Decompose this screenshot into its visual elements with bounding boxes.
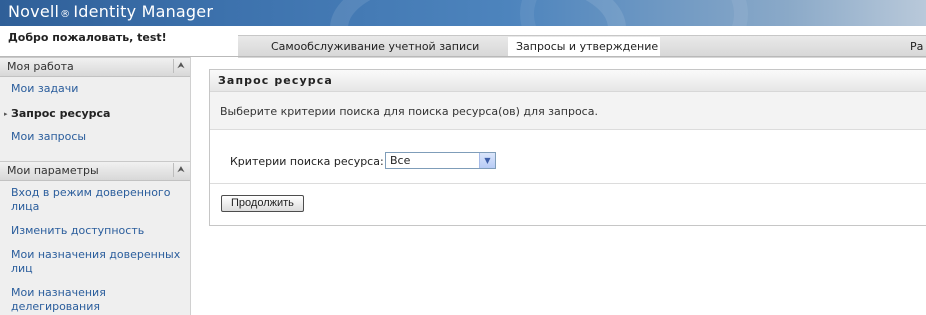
brand-name: Novell — [8, 2, 60, 21]
continue-button[interactable]: Продолжить — [221, 195, 304, 212]
panel-my-settings-header[interactable]: Мои параметры ⮝ — [0, 161, 190, 181]
tab-truncated[interactable]: Ра — [910, 37, 923, 57]
collapse-icon[interactable]: ⮝ — [173, 59, 188, 73]
page-title: Запрос ресурса — [218, 74, 333, 87]
sidebar-item-my-tasks[interactable]: Мои задачи — [11, 82, 183, 96]
panel-title-bar: Запрос ресурса — [210, 70, 926, 92]
app-banner: Novell® Identity Manager — [0, 0, 926, 26]
app-title: Novell® Identity Manager — [8, 2, 213, 21]
sidebar-item-proxy-assignments[interactable]: Мои назначения доверенных лиц — [11, 248, 183, 276]
tab-requests-approvals[interactable]: Запросы и утверждение — [508, 37, 660, 57]
active-marker-icon: ▸ — [4, 110, 8, 118]
panel-my-settings-title: Мои параметры — [7, 164, 99, 177]
sidebar-item-edit-availability[interactable]: Изменить доступность — [11, 224, 183, 238]
panel-my-work-title: Моя работа — [7, 60, 74, 73]
welcome-text: Добро пожаловать, test! — [8, 31, 167, 44]
registered-mark: ® — [60, 9, 71, 20]
sidebar-item-proxy-mode[interactable]: Вход в режим доверенного лица — [11, 186, 183, 214]
sidebar-item-request-resource[interactable]: Запрос ресурса — [11, 107, 183, 121]
search-criteria-label: Критерии поиска ресурса: — [230, 155, 384, 168]
request-resource-panel: Запрос ресурса Выберите критерии поиска … — [209, 69, 926, 226]
sidebar-item-delegate-assignments[interactable]: Мои назначения делегирования — [11, 286, 183, 314]
panel-my-work-header[interactable]: Моя работа ⮝ — [0, 57, 190, 77]
chevron-down-icon[interactable]: ▼ — [479, 153, 495, 168]
search-criteria-value: Все — [390, 154, 411, 167]
sidebar-item-my-requests[interactable]: Мои запросы — [11, 130, 183, 144]
banner-decoration-2 — [520, 0, 748, 26]
search-criteria-row: Критерии поиска ресурса: Все ▼ — [210, 130, 926, 184]
collapse-icon[interactable]: ⮝ — [173, 163, 188, 177]
intro-text: Выберите критерии поиска для поиска ресу… — [220, 105, 598, 118]
tab-self-service[interactable]: Самообслуживание учетной записи — [271, 37, 479, 57]
left-sidebar: Моя работа ⮝ Мои задачи ▸ Запрос ресурса… — [0, 57, 191, 315]
search-criteria-select[interactable]: Все ▼ — [385, 152, 496, 169]
product-name: Identity Manager — [73, 2, 214, 21]
intro-section: Выберите критерии поиска для поиска ресу… — [210, 92, 926, 130]
